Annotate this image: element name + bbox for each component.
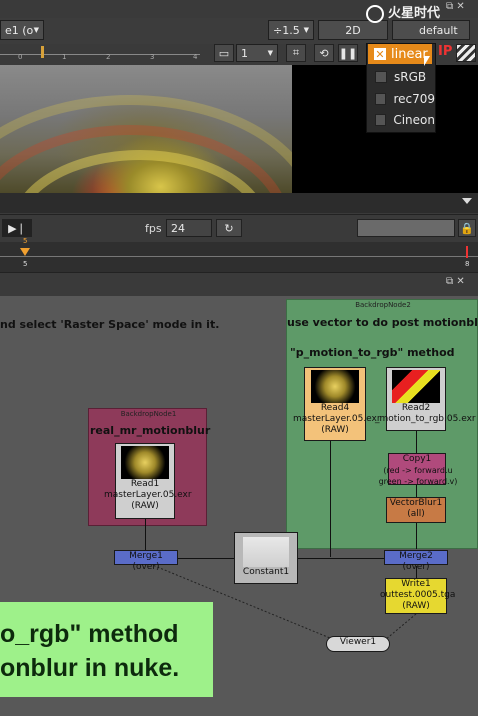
node-tag: (RAW)	[321, 425, 349, 435]
node-label: Constant1	[242, 567, 290, 577]
node-thumbnail	[243, 537, 289, 567]
node-label: Read4	[320, 403, 350, 413]
sticky-note-banner: o_rgb" method onblur in nuke.	[0, 602, 213, 697]
banner-line: onblur in nuke.	[0, 654, 180, 682]
node-read4[interactable]: Read4 masterLayer.05.exr (RAW)	[293, 367, 381, 441]
node-write1[interactable]: Write1 outtest.0005.tga (RAW)	[380, 578, 455, 614]
node-file: outtest.0005.tga	[380, 590, 456, 600]
node-label: Write1	[401, 579, 431, 589]
node-file: masterLayer.05.exr	[293, 414, 381, 424]
node-read1[interactable]: Read1 masterLayer.05.exr (RAW)	[104, 443, 192, 519]
node-copy1[interactable]: Copy1 (red -> forward.u green -> forward…	[379, 453, 457, 486]
node-vectorblur1[interactable]: VectorBlur1 (all)	[386, 497, 446, 523]
node-read2[interactable]: Read2 _motion_to_rgb.05.exr	[375, 367, 476, 431]
node-label: Read1	[130, 479, 160, 489]
node-file: _motion_to_rgb.05.exr	[375, 414, 476, 424]
node-label: Merge1 (over)	[129, 551, 163, 572]
node-label: VectorBlur1	[389, 498, 443, 508]
node-thumbnail	[121, 446, 169, 479]
node-detail: (red -> forward.u	[383, 466, 453, 475]
node-merge2[interactable]: Merge2 (over)	[384, 550, 448, 572]
node-merge1[interactable]: Merge1 (over)	[114, 550, 178, 572]
banner-line: o_rgb" method	[0, 620, 179, 648]
node-label: Merge2 (over)	[399, 551, 433, 572]
node-label: Read2	[401, 403, 431, 413]
node-thumbnail	[311, 370, 359, 403]
node-file: masterLayer.05.exr	[104, 490, 192, 500]
node-tag: (RAW)	[402, 601, 430, 611]
node-label: Copy1	[402, 454, 432, 464]
node-label: Viewer1	[339, 637, 377, 647]
node-tag: (all)	[407, 509, 425, 519]
node-tag: (RAW)	[131, 501, 159, 511]
node-thumbnail	[392, 370, 440, 403]
node-viewer1[interactable]: Viewer1	[326, 636, 390, 652]
node-constant1[interactable]: Constant1	[234, 532, 298, 584]
node-detail: green -> forward.v)	[378, 477, 458, 486]
viewer-edge	[384, 613, 417, 641]
